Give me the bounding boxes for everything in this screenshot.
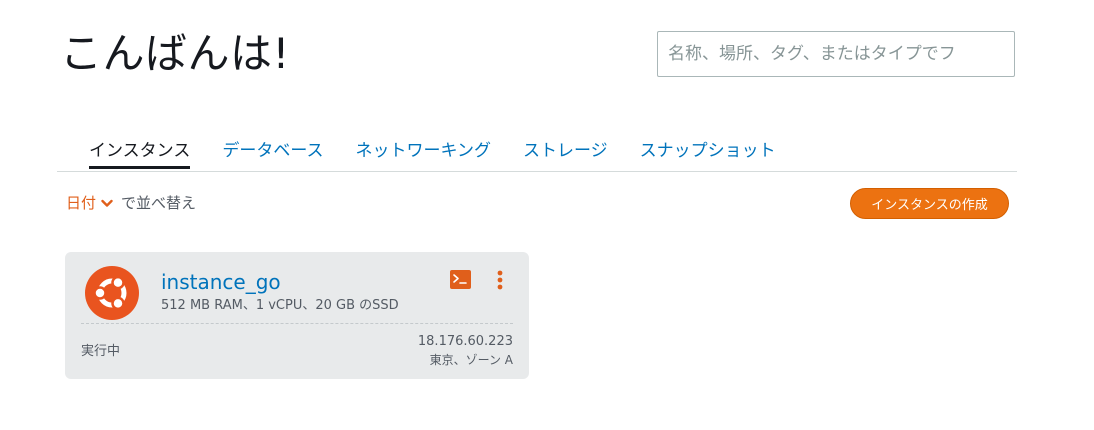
instance-name-link[interactable]: instance_go — [161, 269, 281, 295]
more-options-icon[interactable] — [493, 269, 507, 291]
create-instance-button[interactable]: インスタンスの作成 — [850, 188, 1009, 219]
card-divider — [81, 323, 513, 324]
page-greeting: こんばんは! — [60, 29, 290, 78]
tab-databases[interactable]: データベース — [222, 128, 323, 169]
tab-storage[interactable]: ストレージ — [523, 128, 608, 169]
sort-label: で並べ替え — [121, 194, 197, 212]
tab-snapshots[interactable]: スナップショット — [640, 128, 776, 169]
instance-specs: 512 MB RAM、1 vCPU、20 GB のSSD — [161, 298, 399, 313]
tab-bar: インスタンス データベース ネットワーキング ストレージ スナップショット — [57, 128, 1017, 172]
sort-dropdown[interactable]: 日付 — [66, 192, 121, 214]
sort-selected-value: 日付 — [66, 194, 97, 212]
instance-zone: 東京、ゾーン A — [429, 353, 513, 367]
chevron-down-icon — [101, 199, 113, 207]
tab-networking[interactable]: ネットワーキング — [355, 128, 491, 169]
search-input[interactable] — [657, 31, 1015, 77]
ubuntu-logo-icon[interactable] — [85, 266, 139, 320]
terminal-icon[interactable] — [450, 270, 471, 289]
instance-ip: 18.176.60.223 — [417, 334, 513, 349]
tab-instances[interactable]: インスタンス — [89, 128, 191, 169]
instance-status: 実行中 — [81, 344, 121, 359]
instance-card: instance_go 512 MB RAM、1 vCPU、20 GB のSSD… — [65, 252, 529, 379]
sort-bar: 日付 で並べ替え — [66, 192, 196, 214]
